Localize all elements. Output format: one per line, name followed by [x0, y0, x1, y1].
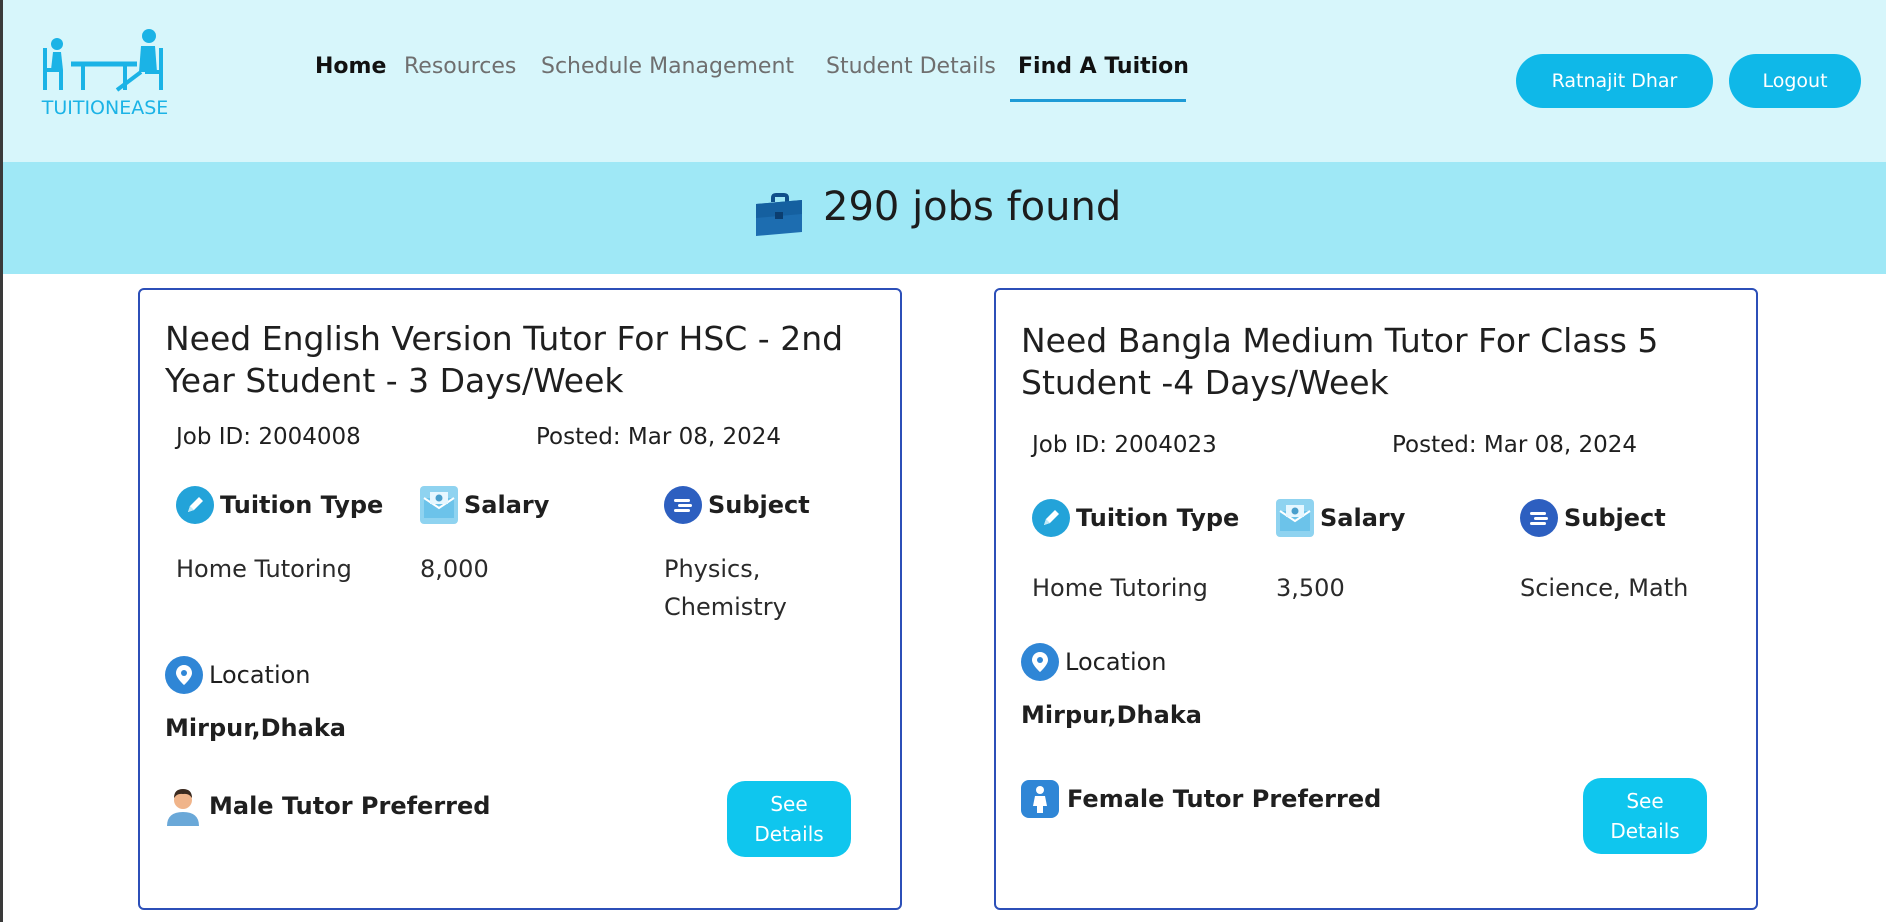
results-banner: 290 jobs found: [3, 162, 1886, 274]
tutor-preference: Female Tutor Preferred: [1021, 780, 1381, 818]
tutor-preference-text: Female Tutor Preferred: [1067, 785, 1382, 813]
job-title: Need English Version Tutor For HSC - 2nd…: [165, 319, 844, 400]
job-card: Need Bangla Medium Tutor For Class 5 Stu…: [994, 288, 1758, 910]
top-navbar: TUITIONEASE Home Resources Schedule Mana…: [3, 0, 1886, 162]
brand-name: TUITIONEASE: [41, 97, 169, 119]
subject-header: Subject: [664, 486, 810, 524]
location-header: Location: [165, 656, 311, 694]
jobs-count-title: 290 jobs found: [823, 184, 1122, 230]
location-value: Mirpur,Dhaka: [1021, 701, 1202, 729]
see-details-button[interactable]: See Details: [727, 781, 851, 857]
posted-date: Posted: Mar 08, 2024: [536, 424, 782, 450]
user-profile-button[interactable]: Ratnajit Dhar: [1516, 54, 1713, 108]
tuition-type-label: Tuition Type: [1076, 504, 1240, 532]
money-envelope-icon: [420, 486, 458, 524]
salary-value: 3,500: [1276, 574, 1345, 602]
tuition-type-value: Home Tutoring: [1032, 574, 1208, 602]
job-title: Need Bangla Medium Tutor For Class 5 Stu…: [1021, 321, 1659, 402]
job-card: Need English Version Tutor For HSC - 2nd…: [138, 288, 902, 910]
subject-header: Subject: [1520, 499, 1666, 537]
salary-label: Salary: [464, 491, 550, 519]
location-header: Location: [1021, 643, 1167, 681]
posted-date: Posted: Mar 08, 2024: [1392, 432, 1638, 458]
job-id: Job ID: 2004023: [1032, 432, 1217, 458]
see-details-button[interactable]: See Details: [1583, 778, 1707, 854]
nav-home[interactable]: Home: [315, 54, 386, 79]
pencil-icon: [176, 486, 214, 524]
subject-label: Subject: [1564, 504, 1666, 532]
subject-value: Physics, Chemistry: [664, 555, 787, 621]
money-envelope-icon: [1276, 499, 1314, 537]
salary-header: Salary: [420, 486, 549, 524]
salary-label: Salary: [1320, 504, 1406, 532]
tutor-desk-icon: [43, 29, 163, 92]
male-tutor-icon: [167, 789, 199, 826]
tuition-type-label: Tuition Type: [220, 491, 384, 519]
location-label: Location: [209, 661, 311, 689]
location-value: Mirpur,Dhaka: [165, 714, 346, 742]
nav-resources[interactable]: Resources: [404, 54, 516, 79]
pencil-icon: [1032, 499, 1070, 537]
nav-schedule-management[interactable]: Schedule Management: [541, 54, 794, 79]
female-tutor-icon: [1021, 780, 1059, 818]
subject-label: Subject: [708, 491, 810, 519]
tuition-type-value: Home Tutoring: [176, 555, 352, 583]
tutor-preference: Male Tutor Preferred: [165, 786, 490, 826]
subject-value: Science, Math: [1520, 574, 1689, 602]
location-label: Location: [1065, 648, 1167, 676]
active-tab-indicator: [1010, 99, 1186, 102]
tutor-preference-text: Male Tutor Preferred: [209, 792, 491, 820]
job-id: Job ID: 2004008: [176, 424, 361, 450]
nav-student-details[interactable]: Student Details: [826, 54, 996, 79]
subject-icon: [1520, 499, 1558, 537]
salary-value: 8,000: [420, 555, 489, 583]
map-pin-icon: [1021, 643, 1059, 681]
map-pin-icon: [165, 656, 203, 694]
logout-button[interactable]: Logout: [1729, 54, 1861, 108]
subject-icon: [664, 486, 702, 524]
brand-logo[interactable]: TUITIONEASE: [37, 24, 173, 124]
tuition-type-header: Tuition Type: [176, 486, 383, 524]
briefcase-icon: [756, 193, 802, 236]
nav-find-a-tuition[interactable]: Find A Tuition: [1018, 54, 1189, 79]
salary-header: Salary: [1276, 499, 1405, 537]
tuition-type-header: Tuition Type: [1032, 499, 1239, 537]
